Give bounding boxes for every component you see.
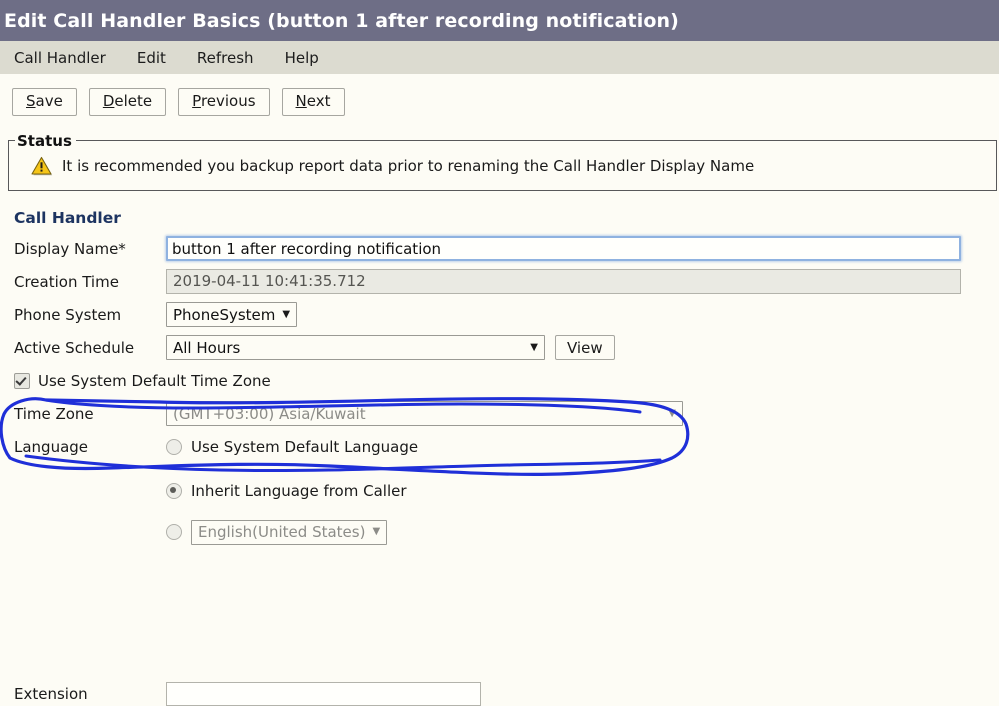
phone-system-label: Phone System	[14, 305, 122, 324]
phone-system-select[interactable]: PhoneSystem ▼	[166, 302, 298, 328]
language-select: English(United States) ▼	[191, 519, 388, 545]
chevron-down-icon: ▼	[530, 341, 538, 353]
active-schedule-select[interactable]: All Hours ▼	[166, 335, 545, 361]
language-option-inherit-row: Inherit Language from Caller	[166, 482, 999, 500]
time-zone-select: (GMT+03:00) Asia/Kuwait ▼	[166, 401, 683, 427]
menu-item-refresh[interactable]: Refresh	[197, 49, 254, 67]
chevron-down-icon: ▼	[282, 308, 291, 320]
status-fieldset: Status It is recommended you backup repo…	[8, 131, 997, 191]
previous-button[interactable]: Previous	[178, 88, 270, 116]
delete-label-suffix: elete	[114, 92, 153, 110]
section-heading-call-handler: Call Handler	[14, 208, 121, 227]
chevron-down-icon: ▼	[668, 407, 676, 419]
language-option-explicit-row: English(United States) ▼	[166, 519, 999, 545]
language-radio-explicit[interactable]	[166, 524, 182, 541]
use-system-default-time-zone-row: Use System Default Time Zone	[14, 368, 999, 394]
extension-label: Extension	[14, 685, 88, 703]
save-label-suffix: ave	[35, 92, 63, 110]
display-name-row: Display Name*	[14, 236, 999, 262]
toolbar: Save Delete Previous Next	[0, 74, 999, 126]
next-button[interactable]: Next	[281, 88, 345, 116]
language-radio-system-default[interactable]	[166, 438, 182, 455]
status-legend: Status	[17, 131, 72, 150]
creation-time-value: 2019-04-11 10:41:35.712	[166, 269, 961, 295]
language-option-system-default[interactable]: Use System Default Language	[166, 438, 418, 456]
time-zone-value: (GMT+03:00) Asia/Kuwait	[173, 404, 366, 423]
display-name-label: Display Name*	[14, 239, 126, 258]
menubar: Call Handler Edit Refresh Help	[0, 41, 999, 74]
time-zone-row: Time Zone (GMT+03:00) Asia/Kuwait ▼	[14, 401, 999, 427]
language-label: Language	[14, 437, 89, 456]
creation-time-row: Creation Time 2019-04-11 10:41:35.712	[14, 269, 999, 295]
save-button[interactable]: Save	[12, 88, 77, 116]
menu-item-call-handler[interactable]: Call Handler	[14, 49, 106, 67]
time-zone-label: Time Zone	[14, 404, 94, 423]
delete-accesskey: D	[102, 92, 115, 110]
language-select-value: English(United States)	[198, 523, 366, 542]
active-schedule-label: Active Schedule	[14, 338, 135, 357]
display-name-input[interactable]	[166, 236, 961, 262]
call-handler-form: Call Handler Display Name* Creation Time…	[0, 191, 999, 545]
status-message: It is recommended you backup report data…	[62, 156, 755, 175]
previous-accesskey: P	[192, 92, 201, 110]
language-option-inherit-label: Inherit Language from Caller	[191, 481, 407, 500]
phone-system-row: Phone System PhoneSystem ▼	[14, 302, 999, 328]
extension-input[interactable]	[166, 682, 481, 706]
next-label-suffix: ext	[306, 92, 331, 110]
language-option-system-default-label: Use System Default Language	[191, 437, 419, 456]
menu-item-help[interactable]: Help	[285, 49, 319, 67]
menu-item-edit[interactable]: Edit	[137, 49, 166, 67]
warning-triangle-icon	[31, 156, 53, 175]
delete-button[interactable]: Delete	[88, 88, 167, 116]
previous-label-suffix: revious	[200, 92, 256, 110]
language-row: Language Use System Default Language	[14, 434, 999, 460]
active-schedule-row: Active Schedule All Hours ▼ View	[14, 335, 999, 361]
next-accesskey: N	[295, 92, 307, 110]
window-titlebar: Edit Call Handler Basics (button 1 after…	[0, 0, 999, 41]
extension-row: Extension	[14, 682, 714, 706]
save-accesskey: S	[26, 92, 36, 110]
window-title: Edit Call Handler Basics (button 1 after…	[4, 9, 679, 32]
creation-time-label: Creation Time	[14, 272, 119, 291]
status-message-row: It is recommended you backup report data…	[9, 150, 996, 176]
view-schedule-button[interactable]: View	[555, 335, 615, 361]
language-radio-inherit-from-caller[interactable]	[166, 482, 182, 499]
use-system-default-time-zone-checkbox[interactable]	[14, 372, 30, 389]
use-system-default-time-zone-control[interactable]: Use System Default Time Zone	[14, 372, 271, 390]
status-section: Status It is recommended you backup repo…	[8, 131, 997, 191]
phone-system-value: PhoneSystem	[173, 305, 276, 324]
language-option-inherit[interactable]: Inherit Language from Caller	[166, 482, 407, 500]
use-system-default-time-zone-label: Use System Default Time Zone	[38, 371, 271, 390]
chevron-down-icon: ▼	[372, 526, 381, 538]
active-schedule-value: All Hours	[173, 338, 241, 357]
